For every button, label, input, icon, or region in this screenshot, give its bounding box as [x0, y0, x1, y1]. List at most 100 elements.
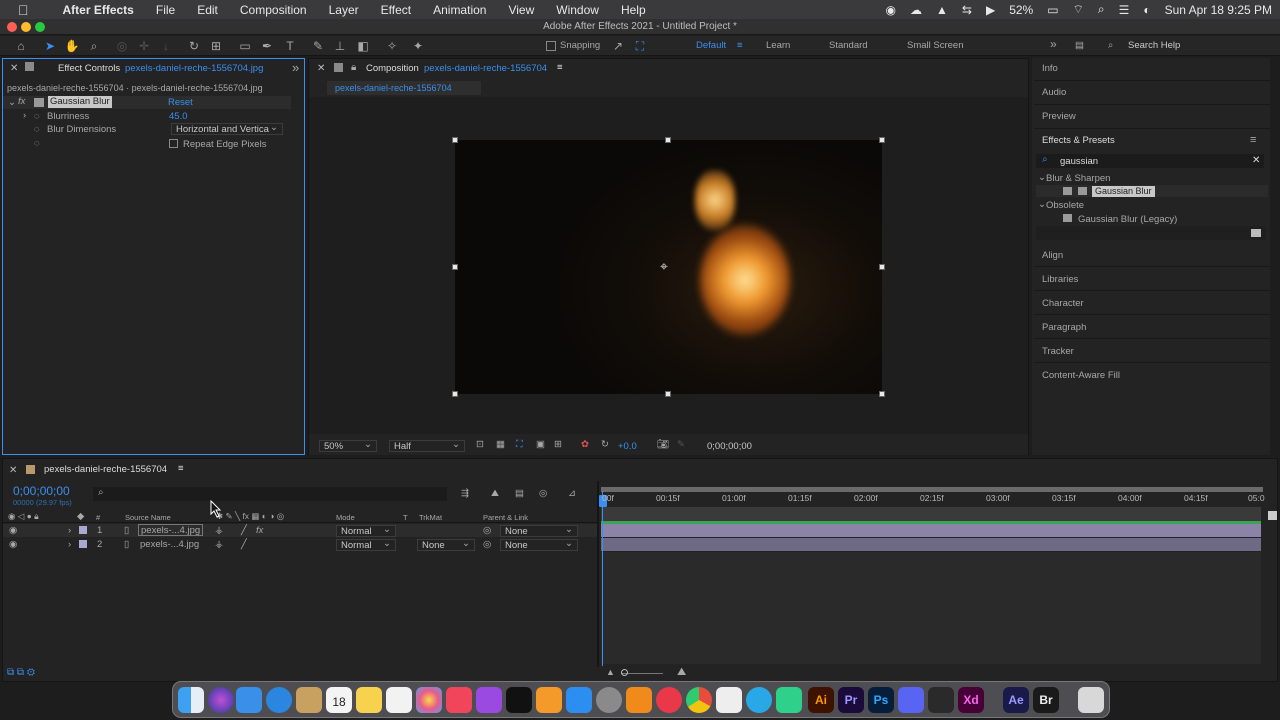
- effect-name[interactable]: Gaussian Blur: [48, 96, 112, 108]
- search-help-field[interactable]: Search Help: [1128, 40, 1180, 51]
- selection-handle[interactable]: [452, 264, 458, 270]
- zoom-slider-thumb[interactable]: [621, 669, 628, 676]
- content-aware-fill-panel[interactable]: Content-Aware Fill: [1042, 370, 1120, 381]
- skype-icon[interactable]: [716, 687, 742, 713]
- pan-tool-icon[interactable]: ✛: [136, 38, 152, 54]
- layer-label-color[interactable]: [79, 526, 87, 534]
- orbit-tool-icon[interactable]: ◎: [114, 38, 130, 54]
- timeline-footer-icons[interactable]: ⧉ ⧉ ⚙: [7, 667, 35, 678]
- menu-edit[interactable]: Edit: [197, 3, 218, 17]
- lock-icon[interactable]: 🔒︎: [351, 62, 356, 73]
- tracker-panel[interactable]: Tracker: [1042, 346, 1074, 357]
- comp-subtab[interactable]: pexels-daniel-reche-1556704: [327, 81, 481, 95]
- brush-tool-icon[interactable]: ✎: [310, 38, 326, 54]
- quality-switch-icon[interactable]: ╱: [241, 539, 247, 550]
- composition-tab[interactable]: Composition: [366, 63, 419, 74]
- reset-link[interactable]: Reset: [168, 97, 193, 108]
- clear-search-icon[interactable]: ✕: [1252, 155, 1260, 166]
- selection-handle[interactable]: [665, 391, 671, 397]
- graph-editor-icon[interactable]: ⊿: [568, 488, 576, 499]
- type-tool-icon[interactable]: T: [282, 38, 298, 54]
- selection-handle[interactable]: [879, 137, 885, 143]
- show-snapshot-icon[interactable]: ✎: [677, 439, 685, 450]
- frame-blending-icon[interactable]: ▤: [515, 488, 524, 499]
- motion-blur-icon[interactable]: ◎: [539, 488, 547, 499]
- fx-icon[interactable]: fx: [18, 96, 25, 107]
- selection-tool-icon[interactable]: ➤: [42, 38, 58, 54]
- snapping-checkbox[interactable]: [546, 41, 556, 51]
- layer-name[interactable]: pexels-...4.jpg: [138, 524, 204, 536]
- zoom-out-icon[interactable]: ▲: [606, 667, 615, 677]
- visibility-icon[interactable]: ◉: [9, 525, 17, 536]
- stopwatch-icon[interactable]: ◌: [34, 124, 40, 135]
- effect-gaussian-blur[interactable]: Gaussian Blur: [1092, 186, 1155, 197]
- zoom-dropdown[interactable]: 50%: [319, 439, 377, 452]
- pen-tool-icon[interactable]: ✒: [259, 38, 275, 54]
- workspace-standard[interactable]: Standard: [829, 40, 868, 51]
- sync-settings-icon[interactable]: ▤: [1075, 40, 1084, 51]
- exposure-value[interactable]: +0.0: [618, 441, 637, 452]
- search-help-icon[interactable]: ⌕: [1108, 40, 1113, 51]
- effect-expand-icon[interactable]: ⌄: [8, 97, 16, 108]
- composition-name[interactable]: pexels-daniel-reche-1556704: [424, 63, 547, 74]
- selection-handle[interactable]: [452, 137, 458, 143]
- menu-window[interactable]: Window: [556, 3, 599, 17]
- layer-label-color[interactable]: [79, 540, 87, 548]
- after-effects-icon[interactable]: Ae: [1003, 687, 1029, 713]
- zoom-in-icon[interactable]: ⛰: [677, 666, 686, 679]
- selection-handle[interactable]: [879, 264, 885, 270]
- panel-close-icon[interactable]: ✕: [10, 63, 18, 74]
- layer-expand-icon[interactable]: ›: [68, 525, 71, 536]
- workspace-overflow-icon[interactable]: »: [1050, 37, 1057, 51]
- libraries-panel[interactable]: Libraries: [1042, 274, 1078, 285]
- dolly-tool-icon[interactable]: ↓: [158, 38, 174, 54]
- region-of-interest-icon[interactable]: ⛶: [516, 439, 523, 450]
- search-icon[interactable]: ⌕: [1098, 2, 1105, 17]
- menu-layer[interactable]: Layer: [329, 3, 359, 17]
- paragraph-panel[interactable]: Paragraph: [1042, 322, 1086, 333]
- play-icon[interactable]: ▶: [986, 3, 995, 17]
- home-icon[interactable]: ⌂: [13, 38, 29, 54]
- messenger-icon[interactable]: [776, 687, 802, 713]
- selection-handle[interactable]: [665, 137, 671, 143]
- layer-1-track-bar[interactable]: [601, 524, 1261, 537]
- effect-gaussian-blur-legacy[interactable]: Gaussian Blur (Legacy): [1078, 214, 1177, 225]
- timeline-search-field[interactable]: ⌕: [93, 487, 447, 501]
- podcasts-icon[interactable]: [476, 687, 502, 713]
- zoom-tool-icon[interactable]: ⌕: [86, 38, 102, 54]
- repeat-edge-checkbox[interactable]: [169, 139, 178, 148]
- category-blur-sharpen[interactable]: Blur & Sharpen: [1046, 173, 1110, 184]
- player-icon[interactable]: [746, 687, 772, 713]
- workspace-small-screen[interactable]: Small Screen: [907, 40, 964, 51]
- layer-expand-icon[interactable]: ›: [68, 539, 71, 550]
- close-window-button[interactable]: [7, 22, 17, 32]
- effects-presets-title[interactable]: Effects & Presets: [1042, 135, 1115, 146]
- pan-behind-tool-icon[interactable]: ⊞: [208, 38, 224, 54]
- system-preferences-icon[interactable]: [596, 687, 622, 713]
- category-obsolete[interactable]: Obsolete: [1046, 200, 1084, 211]
- premiere-icon[interactable]: Pr: [838, 687, 864, 713]
- category-expand-icon[interactable]: ⌄: [1038, 199, 1046, 210]
- current-time-indicator[interactable]: [602, 491, 603, 666]
- shy-switch-icon[interactable]: ⚶: [215, 539, 223, 550]
- composition-flowchart-icon[interactable]: ⇶: [461, 488, 469, 499]
- selection-handle[interactable]: [452, 391, 458, 397]
- workspace-menu-icon[interactable]: ≡: [737, 40, 743, 51]
- grid-guides-icon[interactable]: ⊞: [554, 439, 562, 450]
- roto-brush-tool-icon[interactable]: ✧: [384, 38, 400, 54]
- eraser-tool-icon[interactable]: ◧: [355, 38, 371, 54]
- effect-controls-file[interactable]: pexels-daniel-reche-1556704.jpg: [125, 63, 263, 74]
- vlc-icon[interactable]: ▲: [936, 3, 948, 17]
- books-icon[interactable]: [536, 687, 562, 713]
- control-center-icon[interactable]: ☰: [1119, 3, 1130, 17]
- panel-menu-icon[interactable]: ≡: [178, 463, 184, 474]
- workspace-default[interactable]: Default: [696, 40, 726, 51]
- stopwatch-icon[interactable]: ◌: [34, 111, 40, 122]
- viewer-timecode[interactable]: 0;00;00;00: [707, 441, 752, 452]
- reminders-icon[interactable]: [386, 687, 412, 713]
- visibility-icon[interactable]: ◉: [9, 539, 17, 550]
- resolution-dropdown[interactable]: Half: [389, 439, 465, 452]
- workspace-learn[interactable]: Learn: [766, 40, 790, 51]
- screen-recorder-icon[interactable]: [656, 687, 682, 713]
- pick-whip-icon[interactable]: ◎: [483, 525, 491, 536]
